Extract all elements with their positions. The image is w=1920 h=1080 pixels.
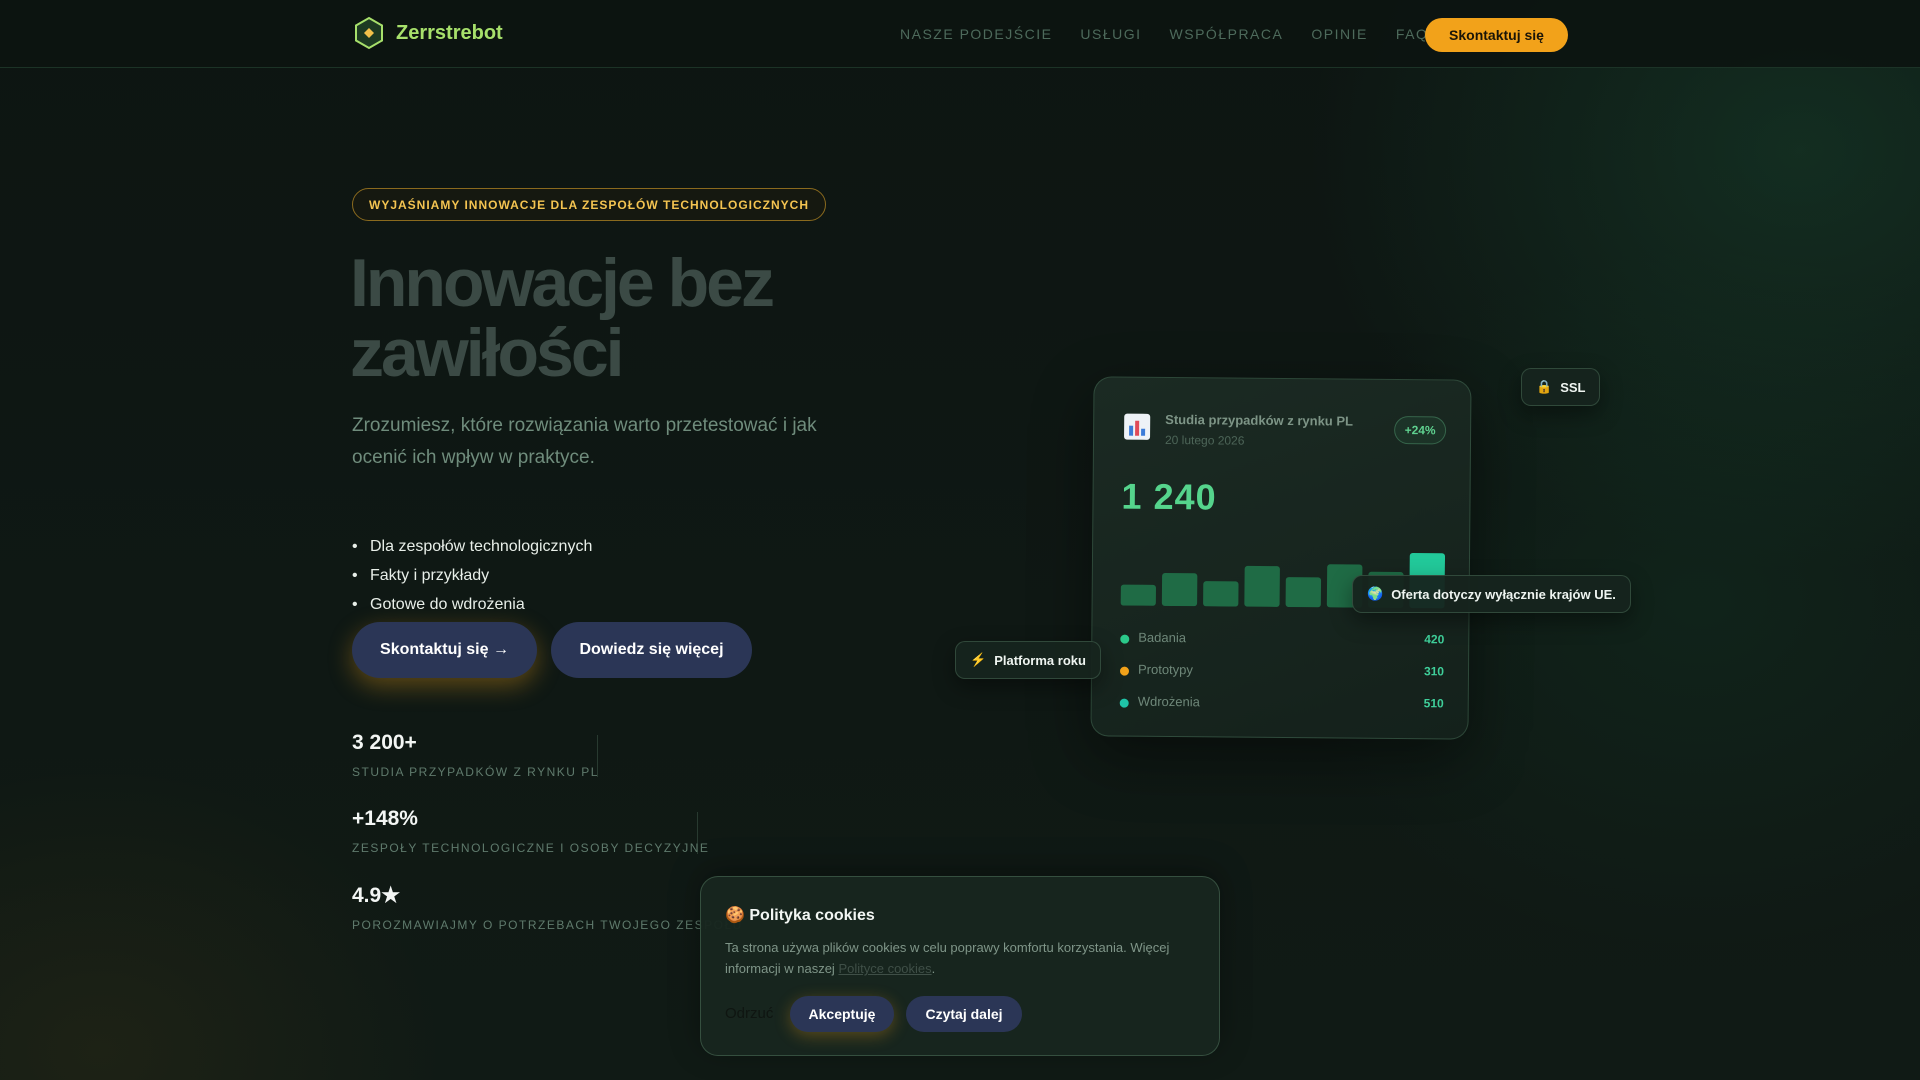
bullet-item: Fakty i przykłady bbox=[352, 561, 592, 590]
bullet-item: Dla zespołów technologicznych bbox=[352, 532, 592, 561]
card-title: Studia przypadków z rynku PL bbox=[1165, 411, 1354, 429]
legend-label: Badania bbox=[1138, 629, 1187, 646]
cookie-text-after: . bbox=[931, 961, 936, 976]
legend-value: 510 bbox=[1423, 696, 1444, 711]
stat-divider bbox=[697, 812, 698, 854]
cookie-title: 🍪 Polityka cookies bbox=[725, 905, 875, 925]
stat-case-studies: 3 200+ STUDIA PRZYPADKÓW Z RYNKU PL bbox=[352, 731, 599, 779]
hero-tagline-pill: WYJAŚNIAMY INNOWACJE DLA ZESPOŁÓW TECHNO… bbox=[352, 188, 827, 221]
stat-value: +148% bbox=[352, 807, 418, 830]
chart-bar bbox=[1120, 584, 1156, 606]
growth-badge: +24% bbox=[1393, 415, 1447, 445]
cookie-text: Ta strona używa plików cookies w celu po… bbox=[725, 937, 1205, 979]
platform-label: Platforma roku bbox=[994, 652, 1086, 668]
cookie-banner: 🍪 Polityka cookies Ta strona używa plikó… bbox=[700, 876, 1220, 1056]
legend-row-prototypy: Prototypy 310 bbox=[1119, 661, 1445, 685]
legend-dot bbox=[1119, 698, 1129, 708]
site-header: Zerrstrebot NASZE PODEJŚCIE USŁUGI WSPÓŁ… bbox=[0, 0, 1920, 68]
legend-row-wdrozenia: Wdrożenia 510 bbox=[1119, 693, 1444, 717]
globe-icon: 🌍 bbox=[1367, 586, 1384, 601]
stat-value: 4.9★ bbox=[352, 884, 401, 907]
cookie-read-more-button[interactable]: Czytaj dalej bbox=[906, 996, 1022, 1032]
hexagon-logo-icon bbox=[352, 16, 386, 50]
stat-rating: 4.9★ POROZMAWIAJMY O POTRZEBACH TWOJEGO … bbox=[352, 883, 743, 932]
chart-bar bbox=[1285, 577, 1322, 608]
hero-title: Innowacje bez zawiłości bbox=[350, 245, 775, 391]
stat-label: STUDIA PRZYPADKÓW Z RYNKU PL bbox=[352, 765, 599, 779]
nav-item-opinie[interactable]: OPINIE bbox=[1311, 26, 1367, 42]
nav-item-nasze-podejscie[interactable]: NASZE PODEJŚCIE bbox=[900, 26, 1052, 42]
main-nav: NASZE PODEJŚCIE USŁUGI WSPÓŁPRACA OPINIE… bbox=[900, 26, 1428, 42]
learn-more-button[interactable]: Dowiedz się więcej bbox=[551, 622, 752, 678]
legend-dot bbox=[1119, 666, 1130, 676]
ssl-chip: 🔒 SSL bbox=[1521, 368, 1601, 406]
hero-bullet-list: Dla zespołów technologicznych Fakty i pr… bbox=[352, 532, 592, 619]
header-contact-button[interactable]: Skontaktuj się bbox=[1425, 18, 1568, 52]
logo[interactable]: Zerrstrebot bbox=[352, 16, 503, 50]
cookie-icon: 🍪 bbox=[725, 907, 745, 924]
cookie-reject-button[interactable]: Odrzuć bbox=[725, 1005, 773, 1022]
legend-label: Prototypy bbox=[1137, 661, 1194, 678]
dashboard-card: Studia przypadków z rynku PL 20 lutego 2… bbox=[1090, 376, 1472, 740]
hero-subtitle: Zrozumiesz, które rozwiązania warto prze… bbox=[352, 415, 817, 468]
chart-bar bbox=[1203, 581, 1239, 607]
lightning-icon: ⚡ bbox=[970, 652, 987, 667]
stat-value: 3 200+ bbox=[352, 731, 417, 754]
nav-item-wspolpraca[interactable]: WSPÓŁPRACA bbox=[1170, 26, 1284, 42]
cookie-text-before: Ta strona używa plików cookies w celu po… bbox=[725, 940, 1170, 976]
ssl-label: SSL bbox=[1560, 379, 1586, 395]
stat-divider bbox=[597, 735, 598, 777]
stat-label: ZESPOŁY TECHNOLOGICZNE I OSOBY DECYZYJNE bbox=[352, 841, 710, 855]
card-big-number: 1 240 bbox=[1121, 475, 1217, 518]
nav-item-faq[interactable]: FAQ bbox=[1396, 26, 1429, 42]
bullet-item: Gotowe do wdrożenia bbox=[352, 590, 592, 619]
cookie-accept-button[interactable]: Akceptuję bbox=[790, 996, 894, 1032]
cookie-policy-link[interactable]: Polityce cookies bbox=[838, 961, 931, 976]
eu-offer-label: Oferta dotyczy wyłącznie krajów UE. bbox=[1391, 586, 1616, 602]
card-date: 20 lutego 2026 bbox=[1164, 432, 1245, 448]
eu-offer-chip: 🌍 Oferta dotyczy wyłącznie krajów UE. bbox=[1352, 575, 1631, 613]
cookie-title-text: Polityka cookies bbox=[749, 907, 875, 924]
legend-value: 310 bbox=[1423, 664, 1445, 679]
legend-row-badania: Badania 420 bbox=[1120, 630, 1444, 653]
hero-contact-button[interactable]: Skontaktuj się → bbox=[352, 622, 537, 678]
chart-bar bbox=[1244, 565, 1280, 607]
legend-label: Wdrożenia bbox=[1137, 693, 1200, 710]
legend-value: 420 bbox=[1424, 632, 1445, 647]
lock-icon: 🔒 bbox=[1536, 379, 1553, 394]
nav-item-uslugi[interactable]: USŁUGI bbox=[1080, 26, 1141, 42]
legend-dot bbox=[1120, 634, 1130, 644]
bar-chart-icon bbox=[1122, 412, 1152, 442]
platform-chip: ⚡ Platforma roku bbox=[955, 641, 1101, 679]
stat-label: POROZMAWIAJMY O POTRZEBACH TWOJEGO ZESPO… bbox=[352, 918, 743, 932]
chart-bar bbox=[1161, 572, 1198, 607]
stat-growth: +148% ZESPOŁY TECHNOLOGICZNE I OSOBY DEC… bbox=[352, 807, 709, 855]
brand-name: Zerrstrebot bbox=[396, 21, 503, 44]
